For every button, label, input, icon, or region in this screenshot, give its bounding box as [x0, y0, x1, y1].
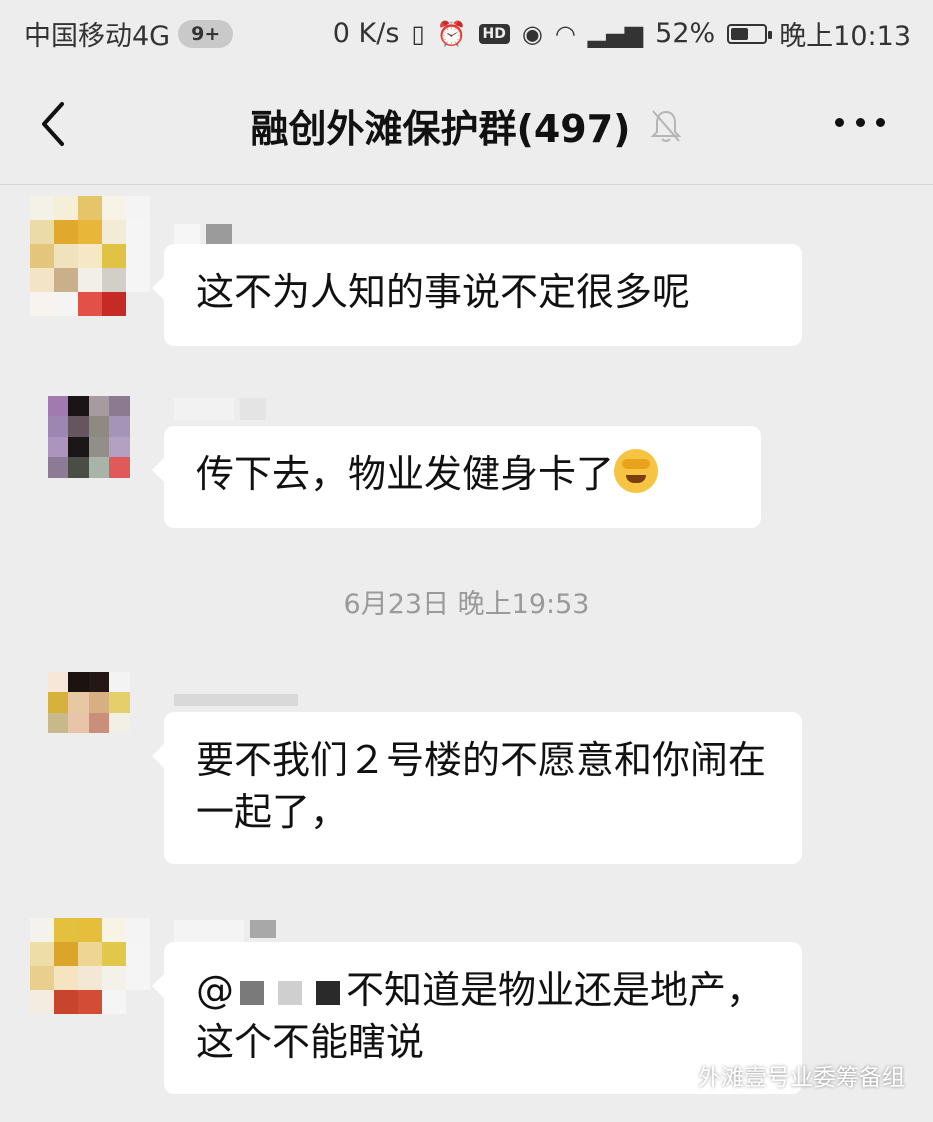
avatar[interactable]: [30, 196, 150, 316]
eye-icon: ◉: [521, 19, 543, 48]
more-icon[interactable]: [835, 118, 885, 132]
network-speed: 0 K/s: [332, 18, 400, 49]
message-text: 这不为人知的事说不定很多呢: [196, 270, 691, 314]
signal-4g-icon: ▂▄▆: [587, 19, 644, 48]
mute-bell-icon: [650, 109, 681, 142]
crying-laughing-emoji: [614, 449, 659, 493]
sender-name-redacted: [174, 920, 276, 942]
status-left: 中国移动4G 9+: [24, 14, 234, 53]
watermark: 外滩壹号业委筹备组: [658, 1058, 905, 1092]
notification-badge: 9+: [178, 19, 234, 48]
message-text: 传下去，物业发健身卡了: [196, 452, 615, 496]
avatar[interactable]: [48, 672, 150, 774]
message-bubble[interactable]: 这不为人知的事说不定很多呢: [152, 244, 802, 346]
status-bar: 中国移动4G 9+ 0 K/s ▯ ⏰ HD ◉ ◠ ▂▄▆ 52% 晚上10:…: [0, 0, 933, 66]
mention-prefix: @: [196, 968, 234, 1012]
message-bubble[interactable]: 要不我们２号楼的不愿意和你闹在一起了，: [152, 712, 802, 864]
timestamp: 6月23日 晚上19:53: [343, 589, 590, 620]
battery-percent: 52%: [655, 18, 716, 49]
wechat-icon: [658, 1062, 690, 1088]
mention-name-redacted: [240, 980, 340, 1005]
wifi-icon: ◠: [554, 19, 576, 48]
vibrate-icon: ▯: [411, 19, 425, 48]
battery-icon: [727, 23, 773, 44]
avatar[interactable]: [48, 396, 150, 498]
alarm-icon: ⏰: [436, 19, 467, 48]
chat-title-wrap: 融创外滩保护群(497): [250, 98, 682, 153]
battery-fill: [731, 27, 749, 40]
message-bubble[interactable]: 传下去，物业发健身卡了: [152, 426, 761, 528]
clock: 晚上10:13: [779, 21, 911, 52]
status-right: 0 K/s ▯ ⏰ HD ◉ ◠ ▂▄▆ 52% 晚上10:13: [333, 14, 911, 53]
carrier-label: 中国移动4G: [24, 21, 171, 52]
hd-icon: HD: [478, 23, 510, 44]
watermark-text: 外滩壹号业委筹备组: [698, 1065, 905, 1091]
sender-name-redacted: [174, 224, 232, 246]
avatar[interactable]: [30, 918, 150, 1038]
message-text: 要不我们２号楼的不愿意和你闹在一起了，: [196, 738, 767, 834]
chat-title[interactable]: 融创外滩保护群(497): [250, 98, 630, 153]
chat-header: 融创外滩保护群(497): [0, 66, 933, 185]
chat-title-container: 融创外滩保护群(497): [0, 98, 933, 153]
sender-name-redacted: [174, 398, 266, 420]
